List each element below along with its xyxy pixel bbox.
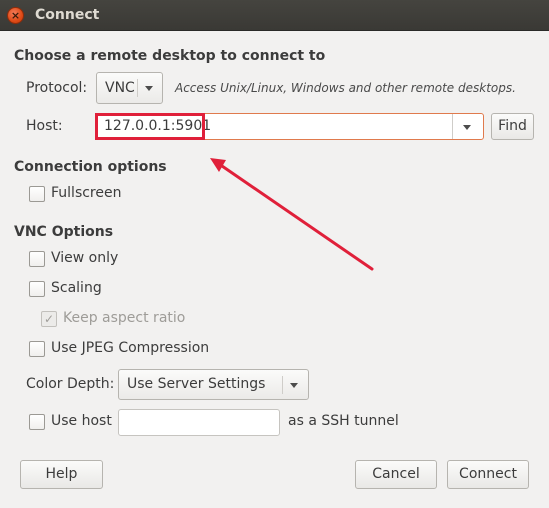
use-host-checkbox[interactable] <box>29 414 45 430</box>
scaling-checkbox[interactable] <box>29 281 45 297</box>
keep-aspect-label: Keep aspect ratio <box>63 310 186 326</box>
connect-button[interactable]: Connect <box>447 460 529 489</box>
dropdown-separator <box>282 376 283 394</box>
fullscreen-checkbox[interactable] <box>29 186 45 202</box>
connection-options-heading: Connection options <box>14 159 167 175</box>
ssh-tunnel-label: as a SSH tunnel <box>288 413 399 429</box>
use-host-label: Use host <box>51 413 112 429</box>
view-only-label: View only <box>51 250 119 266</box>
chevron-down-icon <box>290 383 298 388</box>
jpeg-compression-checkbox[interactable] <box>29 341 45 357</box>
vnc-options-heading: VNC Options <box>14 224 114 240</box>
color-depth-value: Use Server Settings <box>127 376 266 392</box>
keep-aspect-checkbox: ✓ <box>41 311 57 327</box>
cancel-button[interactable]: Cancel <box>355 460 437 489</box>
color-depth-dropdown[interactable]: Use Server Settings <box>118 369 309 400</box>
ssh-host-input[interactable] <box>118 409 280 436</box>
checkmark-icon: ✓ <box>43 312 55 326</box>
help-button[interactable]: Help <box>20 460 103 489</box>
jpeg-compression-label: Use JPEG Compression <box>51 340 210 356</box>
view-only-checkbox[interactable] <box>29 251 45 267</box>
fullscreen-label: Fullscreen <box>51 185 122 201</box>
color-depth-label: Color Depth: <box>26 376 115 392</box>
scaling-label: Scaling <box>51 280 102 296</box>
